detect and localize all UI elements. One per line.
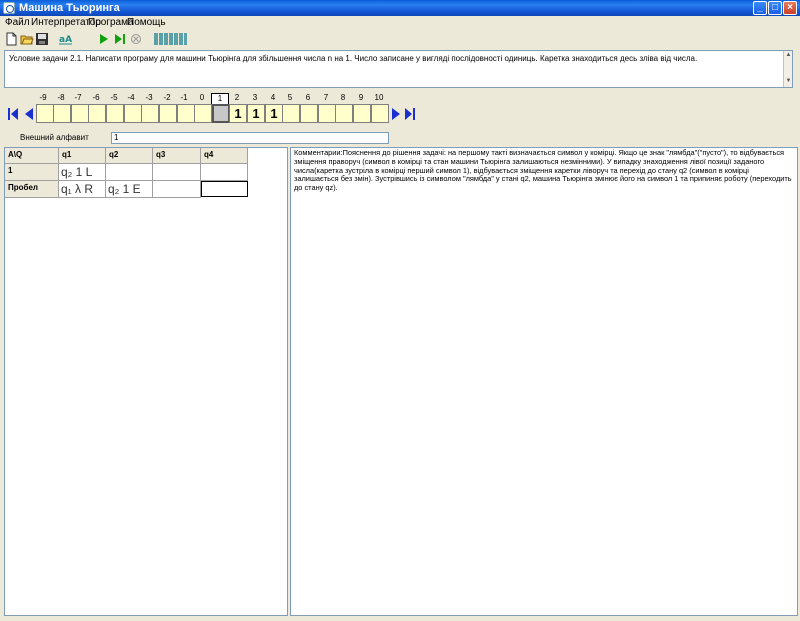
tape-position: -7 [74,93,82,102]
menu-file[interactable]: Файл [5,17,30,29]
tape-cell[interactable]: 1 [265,104,283,123]
toolbar: aA [0,30,800,48]
menu-help[interactable]: Помощь [127,17,166,29]
run-icon[interactable] [97,32,111,46]
comment-text: Комментарии:Пояснення до рішення задачі:… [294,148,792,193]
program-cell[interactable] [201,164,248,181]
state-header-q2: q2 [106,148,153,164]
tape-cell[interactable] [36,104,54,123]
tape-position: 5 [287,93,293,102]
tape-position: 2 [234,93,240,102]
symbol-header-blank: Пробел [5,181,59,198]
stop-icon[interactable] [129,32,143,46]
tape-cell[interactable] [318,104,336,123]
save-icon[interactable] [35,32,49,46]
tape-cell[interactable] [141,104,159,123]
scroll-down-icon[interactable]: ▼ [785,78,792,85]
alphabet-label: Внешний алфавит [20,133,89,142]
tape-position: 10 [374,93,384,102]
tape-position: 3 [252,93,258,102]
tape-cell[interactable] [53,104,71,123]
program-cell[interactable]: q₁ λ R [59,181,106,198]
tape-cell[interactable] [124,104,142,123]
tape-position: -5 [110,93,118,102]
title-bar: Машина Тьюринга _ □ × [0,0,800,16]
program-cell[interactable]: q₂ 1 L [59,164,106,181]
minimize-button[interactable]: _ [753,1,767,15]
task-text: Условие задачи 2.1. Написати програму дл… [9,54,698,63]
tape-position: -8 [57,93,65,102]
task-text-box[interactable]: Условие задачи 2.1. Написати програму дл… [4,50,793,88]
table-corner: A\Q [5,148,59,164]
tape-cell[interactable] [71,104,89,123]
state-header-q1: q1 [59,148,106,164]
tape-cell[interactable] [159,104,177,123]
task-scrollbar[interactable]: ▲ ▼ [783,51,792,87]
tape-position: 6 [305,93,311,102]
tape-cell[interactable] [371,104,389,123]
step-icon[interactable] [113,32,127,46]
program-cell[interactable] [153,181,201,198]
symbol-header-1: 1 [5,164,59,181]
tape-position: 4 [270,93,276,102]
tape-position: 7 [323,93,329,102]
state-header-q4: q4 [201,148,248,164]
menu-bar: Файл Интерпретатор Програма Помощь [0,16,800,30]
tape-cell[interactable] [300,104,318,123]
tape-first-icon[interactable] [8,107,18,121]
program-cell-selected[interactable] [201,181,248,197]
tape-cell[interactable] [177,104,195,123]
open-folder-icon[interactable] [20,32,34,46]
program-cell[interactable] [106,164,153,181]
tape-prev-icon[interactable] [24,107,34,121]
tape-next-icon[interactable] [391,107,401,121]
tape: -9 -8 -7 -6 -5 -4 -3 -2 -1 0 1 2 3 4 5 6… [0,90,800,130]
tape-position: -1 [180,93,188,102]
close-button[interactable]: × [783,1,797,15]
tape-position: 8 [340,93,346,102]
tape-last-icon[interactable] [405,107,415,121]
tape-cell[interactable] [282,104,300,123]
tape-position: -4 [127,93,135,102]
tape-cell[interactable] [88,104,106,123]
scroll-up-icon[interactable]: ▲ [785,52,792,59]
tape-position: -2 [163,93,171,102]
tape-cell[interactable] [106,104,124,123]
tape-position: 0 [199,93,205,102]
tape-position: -9 [39,93,47,102]
tape-position: 9 [358,93,364,102]
program-cell[interactable] [153,164,201,181]
tape-position: -3 [145,93,153,102]
program-table-panel: A\Q q1 q2 q3 q4 1 q₂ 1 L Пробел q₁ λ R q… [4,147,288,616]
tape-cell[interactable] [353,104,371,123]
tape-cell-current[interactable] [212,104,230,123]
tape-cell[interactable] [335,104,353,123]
maximize-button[interactable]: □ [768,1,782,15]
new-file-icon[interactable] [4,32,18,46]
comment-box[interactable]: Комментарии:Пояснення до рішення задачі:… [290,147,798,616]
alphabet-icon[interactable]: aA [58,32,72,46]
tape-cell[interactable]: 1 [247,104,265,123]
alphabet-input[interactable]: 1 [111,132,389,144]
state-header-q3: q3 [153,148,201,164]
tape-position: -6 [92,93,100,102]
program-cell[interactable]: q₂ 1 E [106,181,153,198]
tape-cell[interactable]: 1 [229,104,247,123]
speed-bars-icon[interactable] [154,32,188,46]
window-title: Машина Тьюринга [19,2,120,14]
tape-cell[interactable] [194,104,212,123]
app-icon [3,2,15,14]
